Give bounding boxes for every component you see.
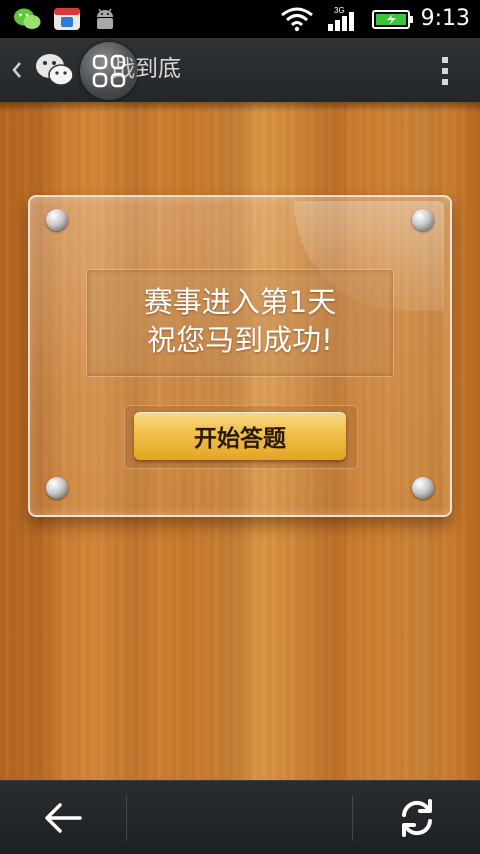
floating-menu-bubble[interactable] — [80, 42, 138, 100]
glass-plaque: 赛事进入第1天 祝您马到成功! 开始答题 — [28, 195, 452, 517]
android-debug-icon — [97, 8, 113, 29]
wechat-logo-icon — [36, 54, 74, 86]
back-arrow-icon[interactable] — [40, 799, 86, 837]
nav-divider — [352, 795, 353, 841]
screw-icon — [46, 477, 68, 499]
message-panel: 赛事进入第1天 祝您马到成功! — [86, 269, 394, 377]
nav-divider — [126, 795, 127, 841]
app-title-bar: 战到底 — [0, 38, 480, 103]
back-chevron-icon[interactable] — [8, 56, 26, 84]
status-bar: 3G 9:13 — [0, 0, 480, 38]
network-type-label: 3G — [334, 6, 345, 15]
store-notification-icon — [54, 8, 80, 30]
start-quiz-button[interactable]: 开始答题 — [134, 412, 346, 460]
wood-background: 赛事进入第1天 祝您马到成功! 开始答题 — [0, 102, 480, 780]
contest-day-message: 赛事进入第1天 — [143, 285, 337, 319]
refresh-icon[interactable] — [396, 797, 438, 839]
screw-icon — [46, 209, 68, 231]
clock: 9:13 — [420, 6, 470, 31]
wechat-notification-icon — [14, 8, 41, 29]
grid-icon — [92, 54, 126, 88]
battery-icon — [372, 10, 413, 29]
wifi-icon — [281, 7, 313, 32]
signal-icon: 3G — [328, 6, 354, 31]
bottom-nav-bar — [0, 780, 480, 854]
screw-icon — [412, 477, 434, 499]
start-button-frame: 开始答题 — [124, 405, 358, 469]
top-shadow — [0, 102, 480, 112]
more-vertical-icon[interactable] — [440, 55, 450, 87]
good-luck-message: 祝您马到成功! — [147, 323, 333, 357]
screw-icon — [412, 209, 434, 231]
wechat-quiz-screen: 3G 9:13 战到底 赛事进入第1天 祝您马到成功! 开始答题 — [0, 0, 480, 854]
